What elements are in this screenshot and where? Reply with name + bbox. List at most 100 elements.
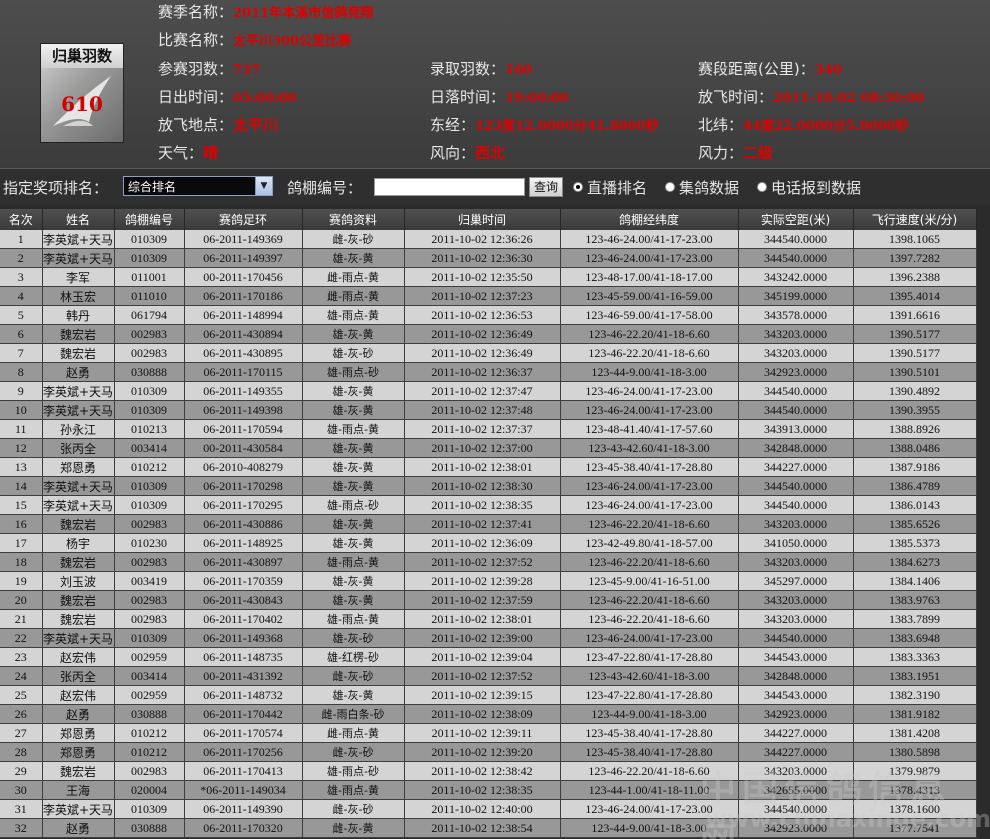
season-row: 赛季名称：2011年本溪市信鸽竞翔 bbox=[158, 0, 373, 24]
distance-cell: 344540.0000 bbox=[738, 381, 854, 401]
rank-cell: 6 bbox=[0, 324, 43, 344]
pigeon-info-cell: 雄-灰-黄 bbox=[302, 381, 405, 401]
loft-number-input[interactable] bbox=[374, 178, 525, 196]
table-row[interactable]: 32 赵勇 030888 06-2011-170320 雌-灰-黄 2011-10-02 … bbox=[0, 818, 977, 838]
table-row[interactable]: 10 李英斌+天马 010309 06-2011-149398 雄-灰-黄 2011-10… bbox=[0, 400, 977, 420]
table-row[interactable]: 2 李英斌+天马 010309 06-2011-149397 雄-灰-黄 2011-10-… bbox=[0, 248, 977, 268]
loft-coordinates-cell: 123-46-24.00/41-17-23.00 bbox=[560, 381, 739, 401]
table-row[interactable]: 25 赵宏伟 002959 06-2011-148732 雄-灰-黄 2011-10-02… bbox=[0, 685, 977, 705]
loft-number-cell: 002959 bbox=[114, 685, 185, 705]
loft-coordinates-cell: 123-46-22.20/41-18-6.60 bbox=[560, 324, 739, 344]
table-row[interactable]: 23 赵宏伟 002959 06-2011-148735 雄-红楞-砂 2011-10-0… bbox=[0, 647, 977, 667]
loft-number-cell: 003414 bbox=[114, 438, 185, 458]
loft-coordinates-cell: 123-46-24.00/41-17-23.00 bbox=[560, 230, 739, 249]
speed-cell: 1386.0143 bbox=[853, 495, 977, 515]
table-row[interactable]: 26 赵勇 030888 06-2011-170442 雌-雨白条-砂 2011-10-0… bbox=[0, 704, 977, 724]
ring-number-cell: 06-2011-148994 bbox=[184, 305, 303, 325]
pigeon-info-cell: 雌-雨点-黄 bbox=[302, 286, 405, 306]
table-row[interactable]: 12 张丙全 003414 00-2011-430584 雄-灰-黄 2011-10-02… bbox=[0, 438, 977, 458]
table-row[interactable]: 6 魏宏岩 002983 06-2011-430894 雄-灰-黄 2011-10-02 … bbox=[0, 324, 977, 344]
fancier-name-cell: 赵勇 bbox=[42, 818, 115, 838]
distance-cell: 344540.0000 bbox=[738, 230, 854, 249]
rank-cell: 1 bbox=[0, 230, 43, 249]
loft-coordinates-cell: 123-43-42.60/41-18-3.00 bbox=[560, 666, 739, 686]
place-label: 放飞地点： bbox=[158, 116, 234, 134]
table-row[interactable]: 14 李英斌+天马 010309 06-2011-170298 雄-灰-黄 2011-10… bbox=[0, 476, 977, 496]
fancier-name-cell: 李英斌+天马 bbox=[42, 799, 115, 819]
radio-gather-data[interactable] bbox=[665, 182, 675, 192]
table-row[interactable]: 30 王海 020004 *06-2011-149034 雄-雨点-黄 2011-10-0… bbox=[0, 780, 977, 800]
speed-cell: 1397.7282 bbox=[853, 248, 977, 268]
rank-cell: 9 bbox=[0, 381, 43, 401]
loft-number-cell: 002983 bbox=[114, 324, 185, 344]
rank-cell: 3 bbox=[0, 267, 43, 287]
radio-phone-data-label[interactable]: 电话报到数据 bbox=[771, 177, 861, 198]
table-row[interactable]: 27 郑恩勇 010212 06-2011-170574 雌-雨点-黄 2011-10-0… bbox=[0, 723, 977, 743]
table-row[interactable]: 29 魏宏岩 002983 06-2011-170413 雄-雨点-砂 2011-10-0… bbox=[0, 761, 977, 781]
rank-cell: 7 bbox=[0, 343, 43, 363]
table-row[interactable]: 17 杨宇 010230 06-2011-148925 雄-灰-黄 2011-10-02 … bbox=[0, 533, 977, 553]
table-row[interactable]: 22 李英斌+天马 010309 06-2011-149368 雄-灰-砂 2011-10… bbox=[0, 628, 977, 648]
table-row[interactable]: 1 李英斌+天马 010309 06-2011-149369 雌-灰-砂 2011-10-… bbox=[0, 230, 977, 249]
ring-number-cell: 06-2010-408279 bbox=[184, 457, 303, 477]
radio-live-ranking[interactable] bbox=[573, 182, 583, 192]
release-label: 放飞时间： bbox=[698, 88, 774, 106]
column-header: 姓名 bbox=[42, 209, 115, 230]
ring-number-cell: 06-2011-170256 bbox=[184, 742, 303, 762]
query-button[interactable]: 查询 bbox=[529, 177, 563, 197]
arrival-time-cell: 2011-10-02 12:40:00 bbox=[404, 799, 561, 819]
table-header-row: 名次 姓名 鸽棚编号 赛鸽足环 赛鸽资料 归巢时间 鸽棚经纬度 实际空距(米) … bbox=[0, 209, 977, 230]
loft-coordinates-cell: 123-46-24.00/41-17-23.00 bbox=[560, 400, 739, 420]
ring-number-cell: 06-2011-430895 bbox=[184, 343, 303, 363]
radio-phone-data[interactable] bbox=[757, 182, 767, 192]
table-row[interactable]: 18 魏宏岩 002983 06-2011-430897 雄-雨点-黄 2011-10-0… bbox=[0, 552, 977, 572]
pigeon-info-cell: 雌-雨白条-砂 bbox=[302, 704, 405, 724]
fancier-name-cell: 孙永江 bbox=[42, 419, 115, 439]
table-row[interactable]: 20 魏宏岩 002983 06-2011-430843 雄-灰-黄 2011-10-02… bbox=[0, 590, 977, 610]
speed-cell: 1381.4208 bbox=[853, 723, 977, 743]
table-row[interactable]: 4 林玉宏 011010 06-2011-170186 雌-雨点-黄 2011-10-02… bbox=[0, 286, 977, 306]
distance-cell: 345199.0000 bbox=[738, 286, 854, 306]
table-row[interactable]: 21 魏宏岩 002983 06-2011-170402 雄-雨点-黄 2011-10-0… bbox=[0, 609, 977, 629]
table-row[interactable]: 13 郑恩勇 010212 06-2010-408279 雄-灰-黄 2011-10-02… bbox=[0, 457, 977, 477]
table-row[interactable]: 31 李英斌+天马 010309 06-2011-149390 雌-灰-砂 2011-10… bbox=[0, 799, 977, 819]
wind-direction-row: 风向：西北 bbox=[430, 141, 505, 165]
wind-direction-label: 风向： bbox=[430, 144, 476, 162]
pigeon-info-cell: 雄-灰-黄 bbox=[302, 533, 405, 553]
rank-cell: 12 bbox=[0, 438, 43, 458]
radio-live-ranking-label[interactable]: 直播排名 bbox=[587, 177, 647, 198]
table-row[interactable]: 7 魏宏岩 002983 06-2011-430895 雄-灰-砂 2011-10-02 … bbox=[0, 343, 977, 363]
table-row[interactable]: 9 李英斌+天马 010309 06-2011-149355 雄-灰-黄 2011-10-… bbox=[0, 381, 977, 401]
table-row[interactable]: 11 孙永江 010213 06-2011-170594 雄-雨点-黄 2011-10-0… bbox=[0, 419, 977, 439]
table-row[interactable]: 5 韩丹 061794 06-2011-148994 雄-雨点-黄 2011-10-02 … bbox=[0, 305, 977, 325]
table-row[interactable]: 8 赵勇 030888 06-2011-170115 雄-雨点-砂 2011-10-02 … bbox=[0, 362, 977, 382]
table-row[interactable]: 16 魏宏岩 002983 06-2011-430886 雄-灰-黄 2011-10-02… bbox=[0, 514, 977, 534]
loft-number-cell: 010309 bbox=[114, 381, 185, 401]
rank-cell: 30 bbox=[0, 780, 43, 800]
table-row[interactable]: 15 李英斌+天马 010309 06-2011-170295 雄-雨点-砂 2011-1… bbox=[0, 495, 977, 515]
loft-number-cell: 061794 bbox=[114, 305, 185, 325]
chevron-down-icon[interactable]: ▼ bbox=[255, 177, 272, 195]
table-row[interactable]: 24 张丙全 003414 00-2011-431392 雌-灰-砂 2011-10-02… bbox=[0, 666, 977, 686]
table-row[interactable]: 3 李军 011001 00-2011-170456 雌-雨点-黄 2011-10-02 … bbox=[0, 267, 977, 287]
speed-cell: 1387.9186 bbox=[853, 457, 977, 477]
award-select[interactable]: 综合排名 ▼ bbox=[123, 176, 273, 196]
ring-number-cell: 06-2011-170320 bbox=[184, 818, 303, 838]
longitude-row: 东经：123度12.0000分41.8000秒 bbox=[430, 113, 659, 137]
ring-number-cell: 06-2011-430897 bbox=[184, 552, 303, 572]
table-row[interactable]: 19 刘玉波 003419 06-2011-170359 雄-灰-黄 2011-10-02… bbox=[0, 571, 977, 591]
radio-gather-data-label[interactable]: 集鸽数据 bbox=[679, 177, 739, 198]
ring-number-cell: 06-2011-430894 bbox=[184, 324, 303, 344]
ring-number-cell: 00-2011-430584 bbox=[184, 438, 303, 458]
arrival-time-cell: 2011-10-02 12:39:15 bbox=[404, 685, 561, 705]
table-row[interactable]: 28 郑恩勇 010212 06-2011-170256 雌-灰-砂 2011-10-02… bbox=[0, 742, 977, 762]
fancier-name-cell: 魏宏岩 bbox=[42, 324, 115, 344]
rank-cell: 5 bbox=[0, 305, 43, 325]
speed-cell: 1396.2388 bbox=[853, 267, 977, 287]
arrival-time-cell: 2011-10-02 12:36:30 bbox=[404, 248, 561, 268]
speed-cell: 1378.4313 bbox=[853, 780, 977, 800]
race-label: 比赛名称： bbox=[158, 31, 234, 49]
loft-coordinates-cell: 123-44-9.00/41-18-3.00 bbox=[560, 362, 739, 382]
speed-cell: 1385.5373 bbox=[853, 533, 977, 553]
ring-number-cell: 06-2011-170442 bbox=[184, 704, 303, 724]
